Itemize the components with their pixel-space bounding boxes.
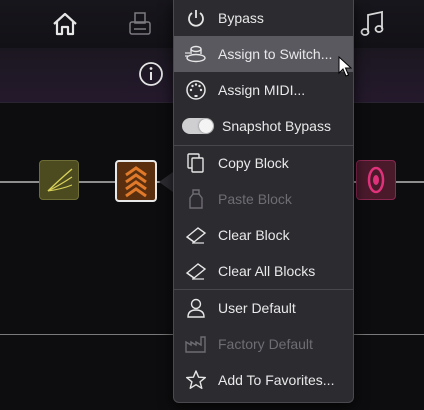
eraser-icon [185,263,207,280]
factory-icon [185,336,206,353]
home-icon[interactable] [52,12,78,36]
distortion-block[interactable] [39,160,79,200]
menu-item-factory-default[interactable]: Factory Default [174,326,353,362]
menu-item-label: Snapshot Bypass [222,118,331,134]
menu-item-label: Assign MIDI... [218,82,306,98]
menu-item-label: Factory Default [218,336,313,352]
menu-item-label: Bypass [218,10,264,26]
chevron-stack-icon [125,166,147,198]
menu-item-assign-midi[interactable]: Assign MIDI... [174,72,353,108]
menu-item-snapshot-bypass[interactable]: Snapshot Bypass [174,108,353,144]
speaker-icon [367,166,385,194]
mouse-cursor-icon [338,56,352,77]
menu-item-label: Paste Block [218,191,292,207]
signal-wire [396,181,424,183]
copy-icon [187,153,204,173]
menu-item-label: Clear All Blocks [218,263,316,279]
menu-item-user-default[interactable]: User Default [174,290,353,326]
user-icon [187,298,205,318]
menu-item-add-to-favorites[interactable]: Add To Favorites... [174,362,353,398]
menu-item-label: Copy Block [218,155,289,171]
power-icon [188,10,204,27]
menu-item-paste-block[interactable]: Paste Block [174,181,353,217]
signal-wire [79,181,115,183]
footswitch-icon [185,45,206,63]
paste-icon [189,189,203,209]
menu-pointer [159,172,173,192]
menu-item-label: User Default [218,300,296,316]
cab-block[interactable] [356,160,396,200]
info-icon[interactable] [138,61,164,87]
menu-item-label: Clear Block [218,227,290,243]
signal-wire [0,181,39,183]
distortion-icon [47,168,73,192]
eraser-icon [185,227,207,244]
block-context-menu: Bypass Assign to Switch... Assign MIDI..… [173,0,354,403]
star-icon [186,370,206,389]
signal-wire-lower [354,334,424,335]
menu-item-clear-block[interactable]: Clear Block [174,217,353,253]
menu-item-bypass[interactable]: Bypass [174,0,353,36]
menu-item-assign-to-switch[interactable]: Assign to Switch... [174,36,353,72]
selected-amp-block[interactable] [115,160,157,202]
menu-item-label: Add To Favorites... [218,372,335,388]
midi-icon [186,80,206,100]
menu-item-clear-all-blocks[interactable]: Clear All Blocks [174,253,353,289]
menu-item-label: Assign to Switch... [218,46,333,62]
printer-icon[interactable] [127,10,155,38]
music-note-icon[interactable] [360,10,386,38]
menu-item-copy-block[interactable]: Copy Block [174,145,353,181]
signal-wire-lower [0,334,173,335]
snapshot-bypass-toggle[interactable] [182,118,214,134]
